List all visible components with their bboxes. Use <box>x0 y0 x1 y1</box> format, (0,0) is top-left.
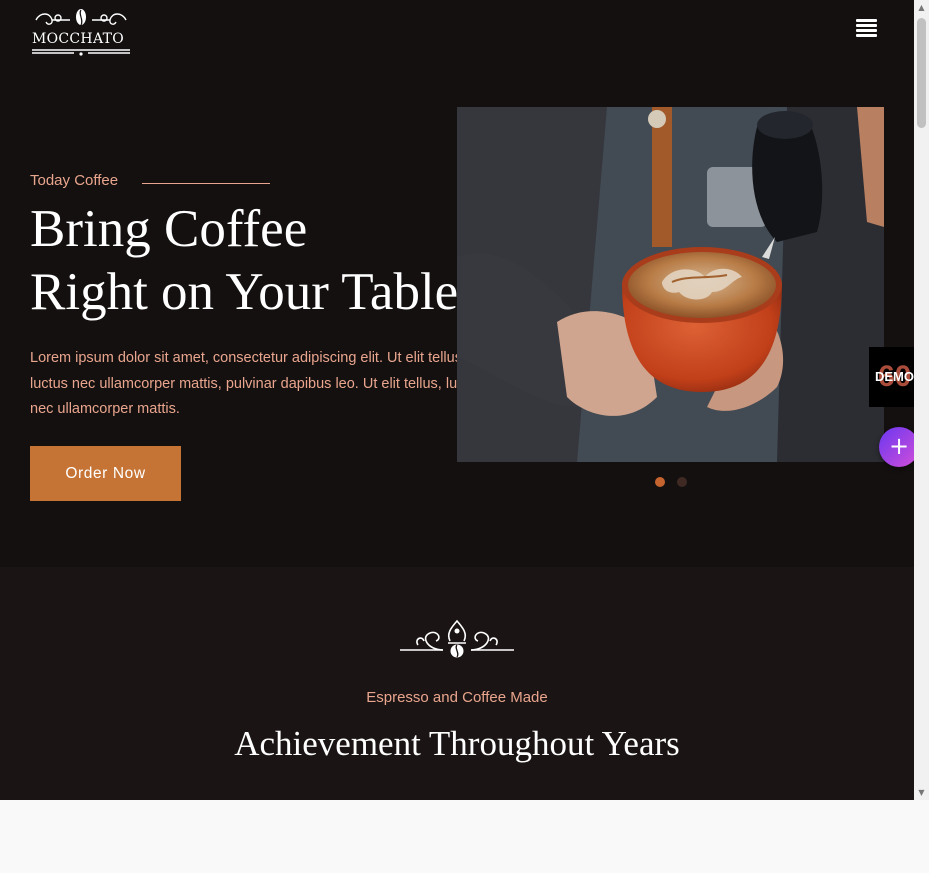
hero-eyebrow: Today Coffee <box>30 172 119 189</box>
page-scrollbar[interactable]: ▲ ▼ <box>914 0 929 800</box>
section-title: Achievement Throughout Years <box>234 724 680 763</box>
demos-label: DEMOS <box>875 369 914 384</box>
order-now-button[interactable]: Order Now <box>30 446 181 501</box>
hamburger-icon <box>856 19 877 22</box>
scrollbar-thumb[interactable] <box>917 18 926 128</box>
barista-latte-photo <box>457 107 884 462</box>
slider-dot-1[interactable] <box>655 477 665 487</box>
page-viewport: MOCCHATO Today Coffee Bring Coffee Right… <box>0 0 914 800</box>
slider-dot-2[interactable] <box>677 477 687 487</box>
menu-toggle-button[interactable] <box>856 19 877 39</box>
demos-badge[interactable]: 60 DEMOS <box>869 347 914 407</box>
ornament-divider-icon <box>400 619 514 658</box>
hero-image <box>457 107 884 462</box>
section-eyebrow: Espresso and Coffee Made <box>366 689 548 706</box>
eyebrow-divider <box>142 183 270 184</box>
plus-icon[interactable]: + <box>879 427 914 467</box>
brand-name: MOCCHATO <box>32 31 125 47</box>
hero-description: Lorem ipsum dolor sit amet, consectetur … <box>30 350 484 417</box>
scroll-up-icon[interactable]: ▲ <box>914 0 929 15</box>
achievement-section <box>0 567 914 800</box>
scroll-down-icon[interactable]: ▼ <box>914 785 929 800</box>
